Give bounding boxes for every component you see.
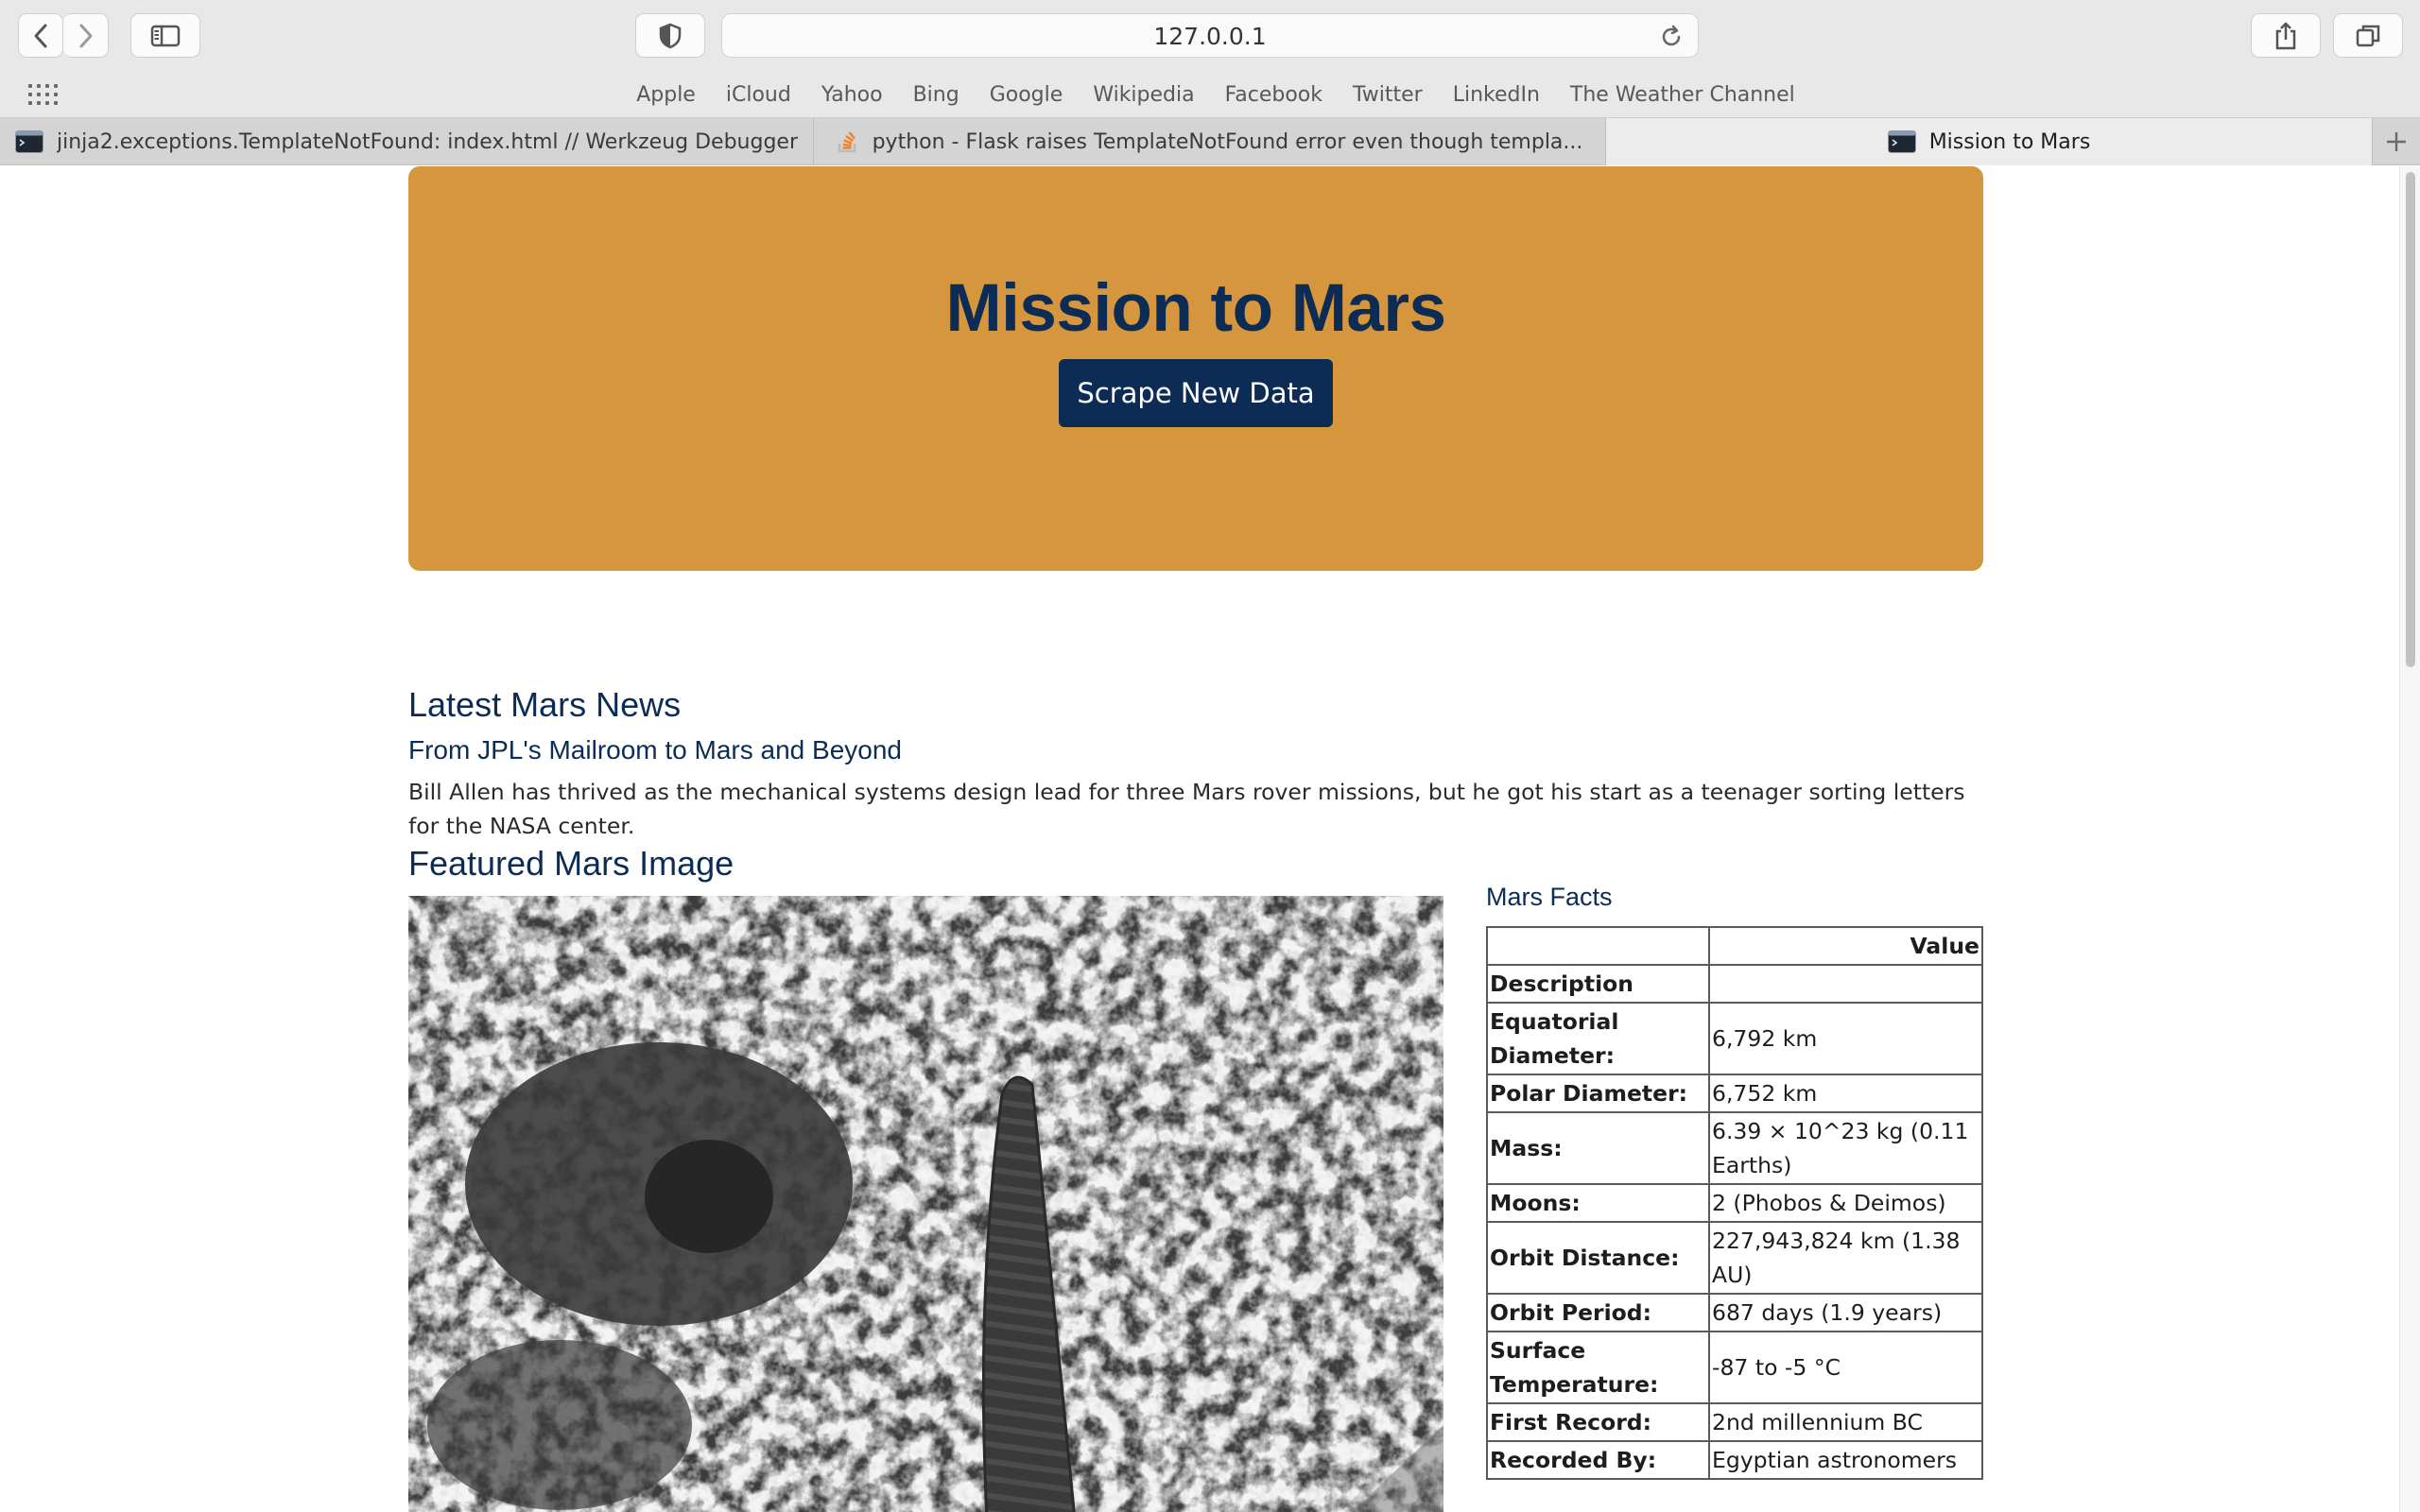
favorite-link[interactable]: Facebook [1225,83,1322,107]
featured-image-section: Featured Mars Image [408,843,1448,1512]
news-paragraph: Bill Allen has thrived as the mechanical… [408,779,1965,839]
favorite-link[interactable]: Yahoo [821,83,883,107]
fact-value: 227,943,824 km (1.38 AU) [1708,1221,1983,1295]
fact-label: Surface Temperature: [1486,1331,1710,1404]
back-button[interactable] [18,13,63,58]
scrollbar-thumb[interactable] [2406,172,2415,667]
news-title: From JPL's Mailroom to Mars and Beyond [408,735,902,765]
share-icon [2275,22,2296,49]
fact-value: 6,752 km [1708,1074,1983,1113]
fact-value: 687 days (1.9 years) [1708,1293,1983,1332]
table-row: Orbit Period: 687 days (1.9 years) [1486,1293,1983,1332]
tab-werkzeug-debugger[interactable]: jinja2.exceptions.TemplateNotFound: inde… [0,118,814,165]
featured-heading: Featured Mars Image [408,844,735,883]
fact-label: Mass: [1486,1111,1710,1185]
chevron-left-icon [34,24,47,47]
fact-value: 2nd millennium BC [1708,1402,1983,1442]
scrape-new-data-button[interactable]: Scrape New Data [1059,359,1333,427]
favorite-link[interactable]: Wikipedia [1093,83,1194,107]
featured-mars-image [408,896,1443,1512]
terminal-icon [14,130,43,153]
favorites-list: Apple iCloud Yahoo Bing Google Wikipedia… [0,71,2420,118]
fact-value: 6.39 × 10^23 kg (0.11 Earths) [1708,1111,1983,1185]
table-cell-empty [1708,964,1983,1004]
table-header-value: Value [1708,926,1983,966]
chevron-right-icon [79,24,92,47]
table-row: Orbit Distance: 227,943,824 km (1.38 AU) [1486,1221,1983,1295]
fact-value: 6,792 km [1708,1002,1983,1075]
favorite-link[interactable]: LinkedIn [1453,83,1540,107]
fact-value: 2 (Phobos & Deimos) [1708,1183,1983,1223]
table-row: Surface Temperature: -87 to -5 °C [1486,1331,1983,1404]
tab-stackoverflow[interactable]: python - Flask raises TemplateNotFound e… [814,118,1606,165]
tab-bar: jinja2.exceptions.TemplateNotFound: inde… [0,118,2420,165]
fact-label: Moons: [1486,1183,1710,1223]
table-row: First Record: 2nd millennium BC [1486,1402,1983,1442]
url-text: 127.0.0.1 [1153,23,1267,50]
plus-icon [2387,132,2406,151]
reload-icon[interactable] [1658,24,1685,50]
tab-label: jinja2.exceptions.TemplateNotFound: inde… [56,129,798,154]
table-row: Mass: 6.39 × 10^23 kg (0.11 Earths) [1486,1111,1983,1185]
favorite-link[interactable]: Apple [636,83,696,107]
mars-surface-image [408,896,1443,1512]
table-row: Moons: 2 (Phobos & Deimos) [1486,1183,1983,1223]
table-row: Polar Diameter: 6,752 km [1486,1074,1983,1113]
table-row: Equatorial Diameter: 6,792 km [1486,1002,1983,1075]
tab-label: python - Flask raises TemplateNotFound e… [872,129,1583,154]
fact-value: -87 to -5 °C [1708,1331,1983,1404]
fact-label: Orbit Distance: [1486,1221,1710,1295]
terminal-icon [1887,130,1916,153]
privacy-report-button[interactable] [635,13,705,58]
fact-label: First Record: [1486,1402,1710,1442]
favorite-link[interactable]: iCloud [726,83,791,107]
fact-label: Polar Diameter: [1486,1074,1710,1113]
fact-value: Egyptian astronomers [1708,1440,1983,1480]
table-header-row: Description [1486,964,1983,1004]
favorite-link[interactable]: The Weather Channel [1570,83,1795,107]
sidebar-toggle-button[interactable] [130,13,200,58]
mars-facts-table: Value Description Equatorial Diameter: 6… [1486,926,1983,1480]
forward-button[interactable] [63,13,109,58]
fact-label: Equatorial Diameter: [1486,1002,1710,1075]
share-button[interactable] [2251,13,2321,58]
table-header-description: Description [1486,964,1710,1004]
page-viewport: Mission to Mars Scrape New Data Latest M… [0,166,2399,1512]
tab-overview-button[interactable] [2333,13,2403,58]
news-heading: Latest Mars News [408,685,682,724]
tabs-icon [2356,25,2380,46]
table-header-empty [1486,926,1710,966]
favorites-bar: Apple iCloud Yahoo Bing Google Wikipedia… [0,71,2420,118]
tab-mission-to-mars[interactable]: Mission to Mars [1606,118,2373,165]
table-header-row: Value [1486,926,1983,966]
address-bar[interactable]: 127.0.0.1 [721,13,1699,58]
favorite-link[interactable]: Google [990,83,1063,107]
fact-label: Orbit Period: [1486,1293,1710,1332]
jumbotron: Mission to Mars Scrape New Data [408,166,1983,571]
vertical-scrollbar[interactable] [2399,166,2420,1512]
new-tab-button[interactable] [2373,118,2420,165]
tab-label: Mission to Mars [1928,129,2091,154]
sidebar-icon [150,25,181,46]
page-title: Mission to Mars [945,271,1446,346]
table-row: Recorded By: Egyptian astronomers [1486,1440,1983,1480]
page-container: Mission to Mars Scrape New Data Latest M… [408,166,1983,1512]
facts-heading: Mars Facts [1486,883,1613,911]
latest-news-section: Latest Mars News From JPL's Mailroom to … [408,684,1983,843]
fact-label: Recorded By: [1486,1440,1710,1480]
favorite-link[interactable]: Bing [913,83,959,107]
mars-facts-section: Mars Facts Value Description Equatorial … [1486,877,1983,1480]
shield-icon [659,23,682,48]
favorite-link[interactable]: Twitter [1353,83,1423,107]
browser-toolbar: 127.0.0.1 [0,0,2420,71]
stackoverflow-icon [838,131,856,153]
